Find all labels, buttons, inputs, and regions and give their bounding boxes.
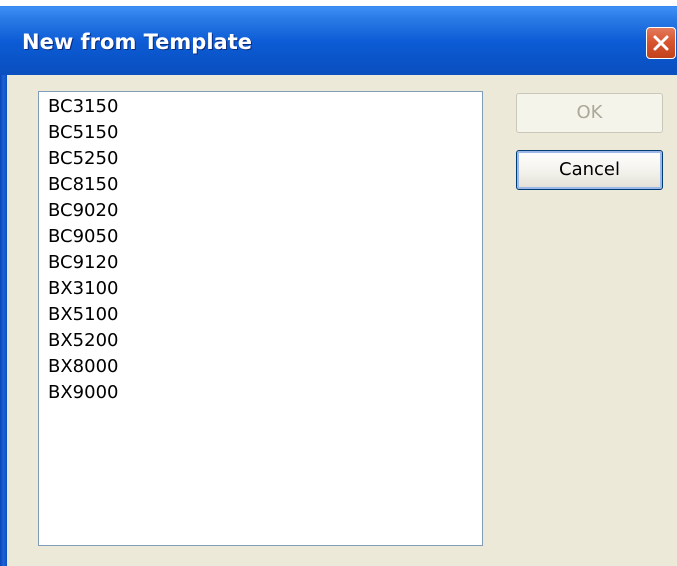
new-from-template-dialog: New from Template BC3150 BC5150 BC5250 B… [0, 0, 677, 566]
list-item[interactable]: BX3100 [48, 276, 119, 302]
template-list[interactable]: BC3150 BC5150 BC5250 BC8150 BC9020 BC905… [38, 91, 483, 546]
dialog-title: New from Template [22, 30, 252, 54]
list-item[interactable]: BC9020 [48, 198, 118, 224]
close-icon [653, 35, 669, 51]
ok-button[interactable]: OK [516, 93, 663, 133]
list-item[interactable]: BC5150 [48, 120, 118, 146]
list-item[interactable]: BC9120 [48, 250, 118, 276]
list-item[interactable]: BX5100 [48, 302, 119, 328]
close-button[interactable] [646, 27, 676, 59]
window-frame-left [0, 75, 7, 566]
list-item[interactable]: BC8150 [48, 172, 118, 198]
list-item[interactable]: BC3150 [48, 94, 118, 120]
list-item[interactable]: BC5250 [48, 146, 118, 172]
list-item[interactable]: BX8000 [48, 354, 119, 380]
cancel-button[interactable]: Cancel [516, 150, 663, 190]
title-bar[interactable]: New from Template [0, 0, 677, 75]
list-item[interactable]: BX9000 [48, 380, 119, 406]
list-item[interactable]: BX5200 [48, 328, 119, 354]
list-item[interactable]: BC9050 [48, 224, 118, 250]
